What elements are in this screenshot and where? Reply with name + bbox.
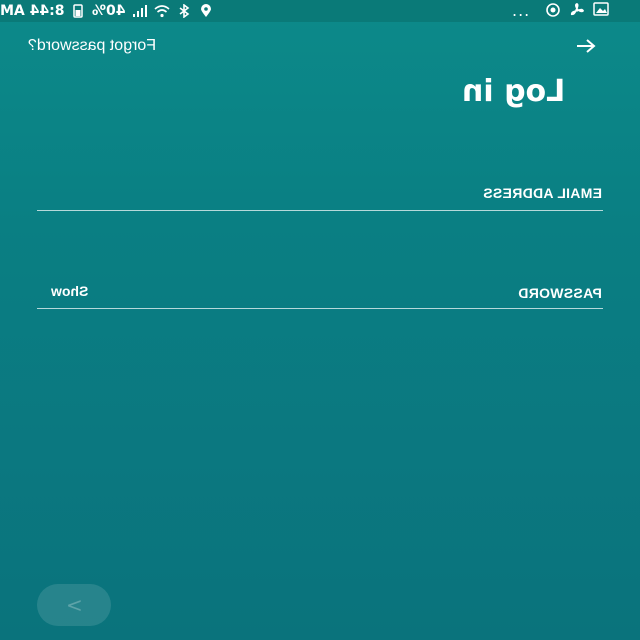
status-bar: 8:44 AM 40% ...: [0, 0, 640, 22]
back-arrow-button[interactable]: [570, 32, 602, 60]
password-field-label: PASSWORD: [518, 284, 602, 302]
fan-icon: [569, 2, 585, 23]
chevron-icon: >: [65, 593, 83, 617]
password-label-text: PASSWORD: [518, 285, 602, 301]
signal-icon: [132, 3, 148, 19]
battery-percent: 40%: [92, 3, 126, 19]
status-bar-right-group: 8:44 AM 40%: [0, 2, 214, 20]
status-bar-left-group: [545, 2, 609, 23]
sync-icon: [545, 2, 561, 23]
location-icon: [198, 3, 214, 19]
page-title: Log in: [462, 72, 565, 112]
page-title-text: Log in: [462, 74, 566, 109]
status-time: 8:44 AM: [0, 3, 65, 19]
forgot-password-link[interactable]: Forgot password?: [28, 36, 156, 56]
next-button[interactable]: >: [37, 584, 111, 626]
image-icon: [593, 2, 609, 23]
show-password-toggle[interactable]: Show: [51, 282, 88, 300]
email-label-text: EMAIL ADDRESS: [482, 185, 602, 201]
email-field-label: EMAIL ADDRESS: [483, 184, 602, 202]
wifi-icon: [154, 3, 170, 19]
arrow-right-icon: [577, 39, 596, 53]
battery-icon: [70, 3, 86, 19]
forgot-password-label: Forgot password?: [28, 37, 157, 54]
bluetooth-icon: [176, 3, 192, 19]
show-password-label: Show: [51, 283, 89, 299]
status-more-dots: ...: [512, 1, 531, 20]
